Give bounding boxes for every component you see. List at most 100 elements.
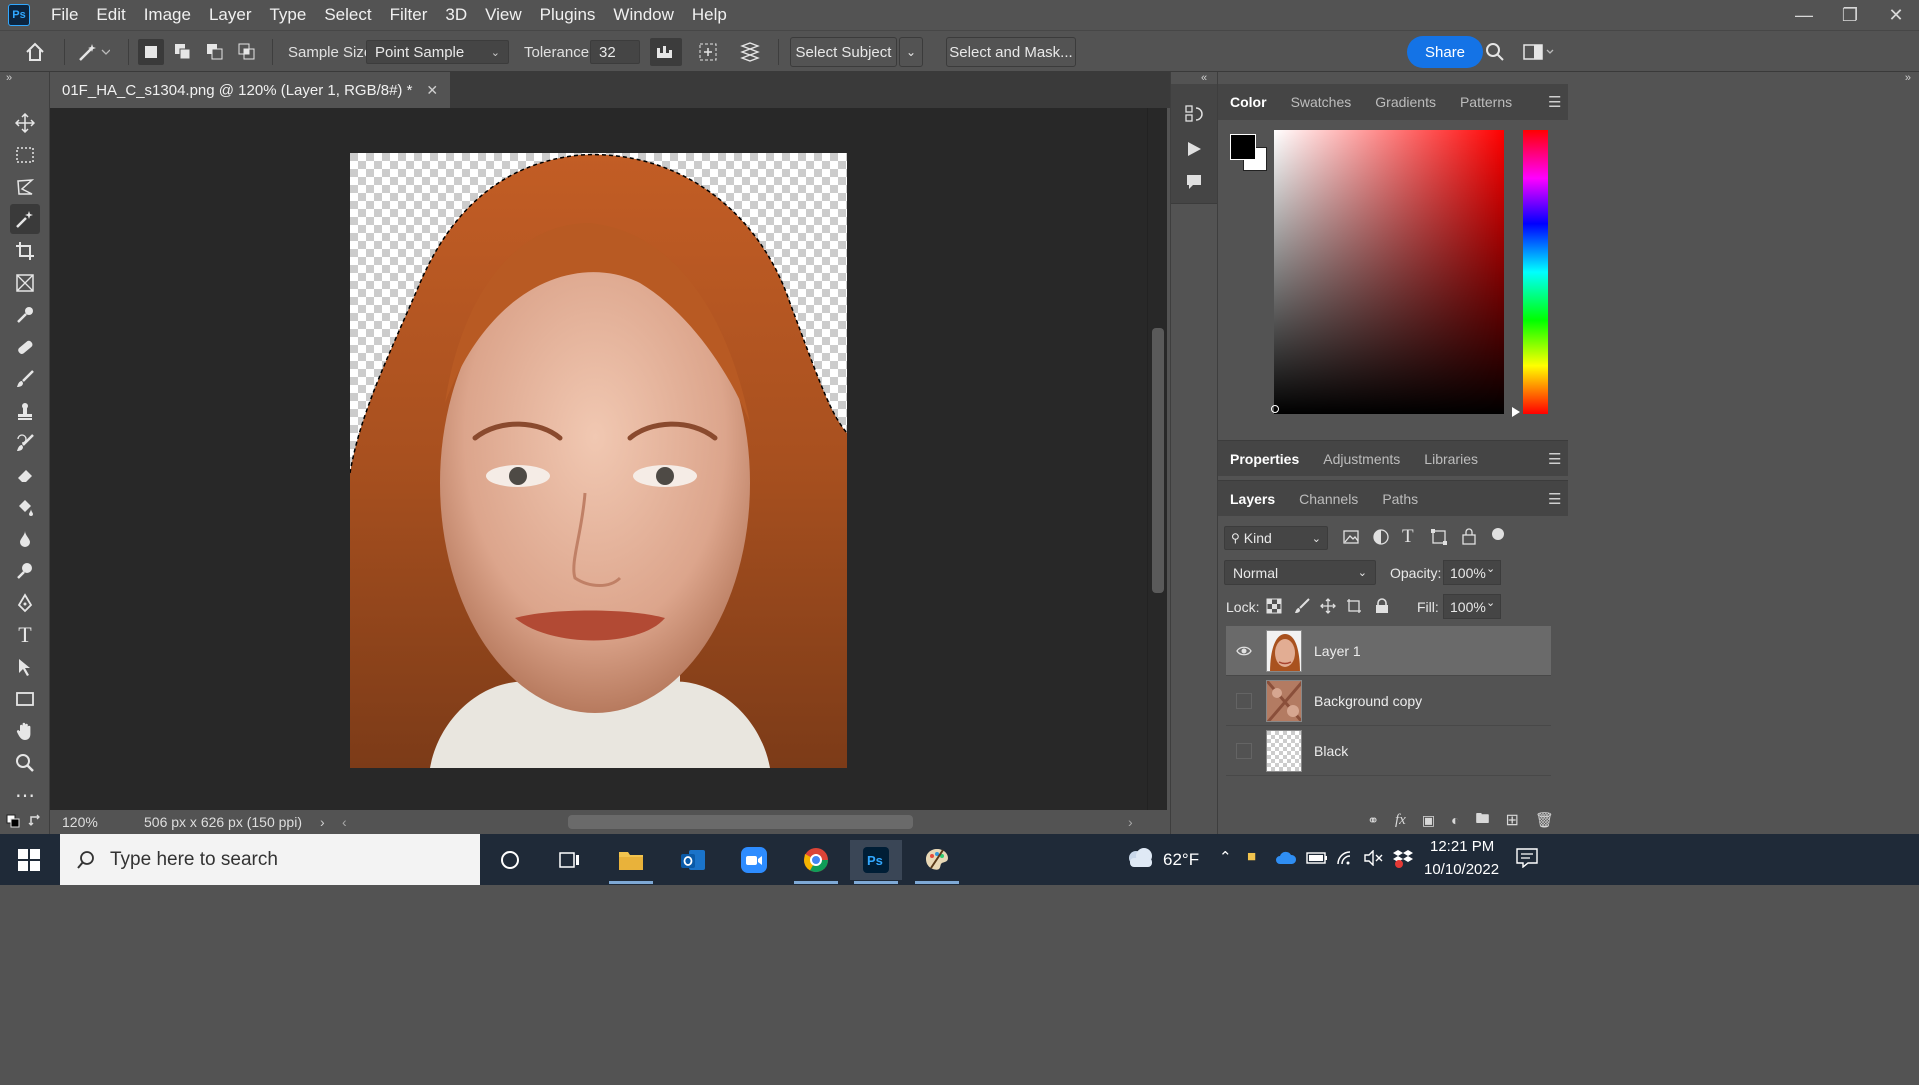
menu-image[interactable]: Image	[135, 0, 200, 30]
menu-layer[interactable]: Layer	[200, 0, 261, 30]
taskbar-search[interactable]: Type here to search	[60, 834, 480, 885]
scroll-left-icon[interactable]: ‹	[342, 814, 347, 830]
pen-tool-icon[interactable]	[10, 588, 40, 618]
paint-app-icon[interactable]	[911, 840, 963, 884]
tolerance-input[interactable]: 32	[590, 40, 640, 64]
search-icon[interactable]	[1483, 31, 1507, 73]
menu-3d[interactable]: 3D	[436, 0, 476, 30]
layer-row[interactable]: Layer 1	[1226, 626, 1551, 676]
new-layer-icon[interactable]: ⊞	[1506, 810, 1519, 830]
layer-row[interactable]: Black	[1226, 726, 1551, 776]
windows-start-icon[interactable]	[0, 834, 58, 885]
tab-layers[interactable]: Layers	[1218, 481, 1287, 516]
layer-filter-select[interactable]: ⚲ Kind ⌄	[1224, 526, 1328, 550]
photoshop-taskbar-icon[interactable]: Ps	[850, 840, 902, 884]
opacity-dropdown-icon[interactable]: ⌄	[1486, 562, 1495, 575]
type-layer-filter-icon[interactable]: T	[1402, 526, 1414, 548]
minimize-icon[interactable]: —	[1781, 0, 1827, 30]
lock-tray-icon[interactable]: ■	[1247, 848, 1256, 865]
menu-select[interactable]: Select	[315, 0, 380, 30]
menu-type[interactable]: Type	[260, 0, 315, 30]
rectangle-tool-icon[interactable]	[10, 684, 40, 714]
dropbox-icon[interactable]	[1393, 848, 1413, 871]
paint-bucket-tool-icon[interactable]	[10, 492, 40, 522]
menu-help[interactable]: Help	[683, 0, 736, 30]
eye-icon[interactable]	[1226, 626, 1262, 676]
swap-colors-icon[interactable]	[28, 814, 42, 831]
scroll-right-icon[interactable]: ›	[1128, 814, 1133, 830]
subtract-from-selection-icon[interactable]	[202, 31, 228, 73]
visibility-toggle[interactable]	[1226, 726, 1262, 776]
select-and-mask-button[interactable]: Select and Mask...	[946, 37, 1076, 67]
volume-muted-icon[interactable]	[1363, 849, 1383, 869]
tab-swatches[interactable]: Swatches	[1279, 84, 1364, 120]
visibility-toggle[interactable]	[1226, 676, 1262, 726]
tab-properties[interactable]: Properties	[1218, 441, 1311, 476]
expand-toolbar-icon[interactable]: »	[6, 72, 12, 84]
blend-mode-select[interactable]: Normal ⌄	[1224, 560, 1376, 585]
blur-tool-icon[interactable]	[10, 524, 40, 554]
frame-tool-icon[interactable]	[10, 268, 40, 298]
lock-position-icon[interactable]	[1320, 598, 1336, 617]
home-icon[interactable]	[20, 31, 50, 73]
tab-paths[interactable]: Paths	[1370, 481, 1430, 516]
show-hidden-icons-icon[interactable]: ⌃	[1219, 848, 1232, 866]
delete-layer-icon[interactable]: 🗑	[1535, 811, 1554, 829]
layer-name[interactable]: Layer 1	[1314, 643, 1361, 659]
adjustment-layer-icon[interactable]: ◐	[1451, 812, 1459, 828]
lock-artboard-icon[interactable]	[1346, 598, 1362, 617]
horizontal-scroll-thumb[interactable]	[568, 815, 913, 829]
file-explorer-icon[interactable]	[605, 840, 657, 884]
task-view-icon[interactable]	[543, 840, 595, 880]
tab-channels[interactable]: Channels	[1287, 481, 1370, 516]
pixel-layer-filter-icon[interactable]	[1342, 528, 1360, 549]
lock-all-icon[interactable]	[1374, 598, 1390, 617]
select-subject-button[interactable]: Select Subject	[790, 37, 897, 67]
menu-view[interactable]: View	[476, 0, 531, 30]
collapse-panels-icon[interactable]: «	[1201, 72, 1207, 84]
tab-patterns[interactable]: Patterns	[1448, 84, 1524, 120]
wifi-icon[interactable]	[1336, 850, 1356, 869]
menu-edit[interactable]: Edit	[87, 0, 134, 30]
actions-play-icon[interactable]	[1182, 137, 1206, 161]
foreground-color-swatch[interactable]	[1230, 134, 1256, 160]
layers-panel-menu-icon[interactable]: ☰	[1548, 490, 1568, 508]
history-brush-tool-icon[interactable]	[10, 428, 40, 458]
filter-toggle-icon[interactable]	[1492, 528, 1504, 540]
lock-transparent-pixels-icon[interactable]	[1266, 598, 1282, 617]
weather-temperature[interactable]: 62°F	[1163, 850, 1199, 870]
eyedropper-tool-icon[interactable]	[10, 300, 40, 330]
sample-all-layers-icon[interactable]	[734, 31, 766, 73]
vertical-scrollbar[interactable]	[1147, 108, 1167, 810]
brush-tool-icon[interactable]	[10, 364, 40, 394]
magic-wand-tool-icon[interactable]	[10, 204, 40, 234]
tab-gradients[interactable]: Gradients	[1363, 84, 1448, 120]
comments-icon[interactable]	[1182, 170, 1206, 194]
tab-color[interactable]: Color	[1218, 84, 1279, 120]
shape-layer-filter-icon[interactable]	[1430, 528, 1448, 549]
outlook-icon[interactable]	[667, 840, 719, 880]
weather-cloud-icon[interactable]	[1124, 846, 1156, 873]
menu-window[interactable]: Window	[604, 0, 682, 30]
tab-adjustments[interactable]: Adjustments	[1311, 441, 1412, 476]
cortana-icon[interactable]	[484, 840, 536, 880]
document-canvas[interactable]	[350, 153, 847, 768]
close-window-icon[interactable]: ✕	[1873, 0, 1919, 30]
layer-row[interactable]: Background copy	[1226, 676, 1551, 726]
onedrive-icon[interactable]	[1275, 851, 1297, 868]
eraser-tool-icon[interactable]	[10, 460, 40, 490]
add-to-selection-icon[interactable]	[170, 31, 196, 73]
dodge-tool-icon[interactable]	[10, 556, 40, 586]
history-panel-icon[interactable]	[1182, 102, 1206, 126]
tab-libraries[interactable]: Libraries	[1412, 441, 1490, 476]
contiguous-icon[interactable]	[692, 31, 724, 73]
lock-image-pixels-icon[interactable]	[1294, 598, 1310, 617]
hue-slider[interactable]	[1523, 130, 1548, 414]
crop-tool-icon[interactable]	[10, 236, 40, 266]
default-colors-icon[interactable]	[6, 814, 20, 831]
zoom-tool-icon[interactable]	[10, 748, 40, 778]
healing-brush-tool-icon[interactable]	[10, 332, 40, 362]
path-selection-tool-icon[interactable]	[10, 652, 40, 682]
share-button[interactable]: Share	[1407, 36, 1484, 68]
link-layers-icon[interactable]: ⚭	[1367, 812, 1379, 829]
